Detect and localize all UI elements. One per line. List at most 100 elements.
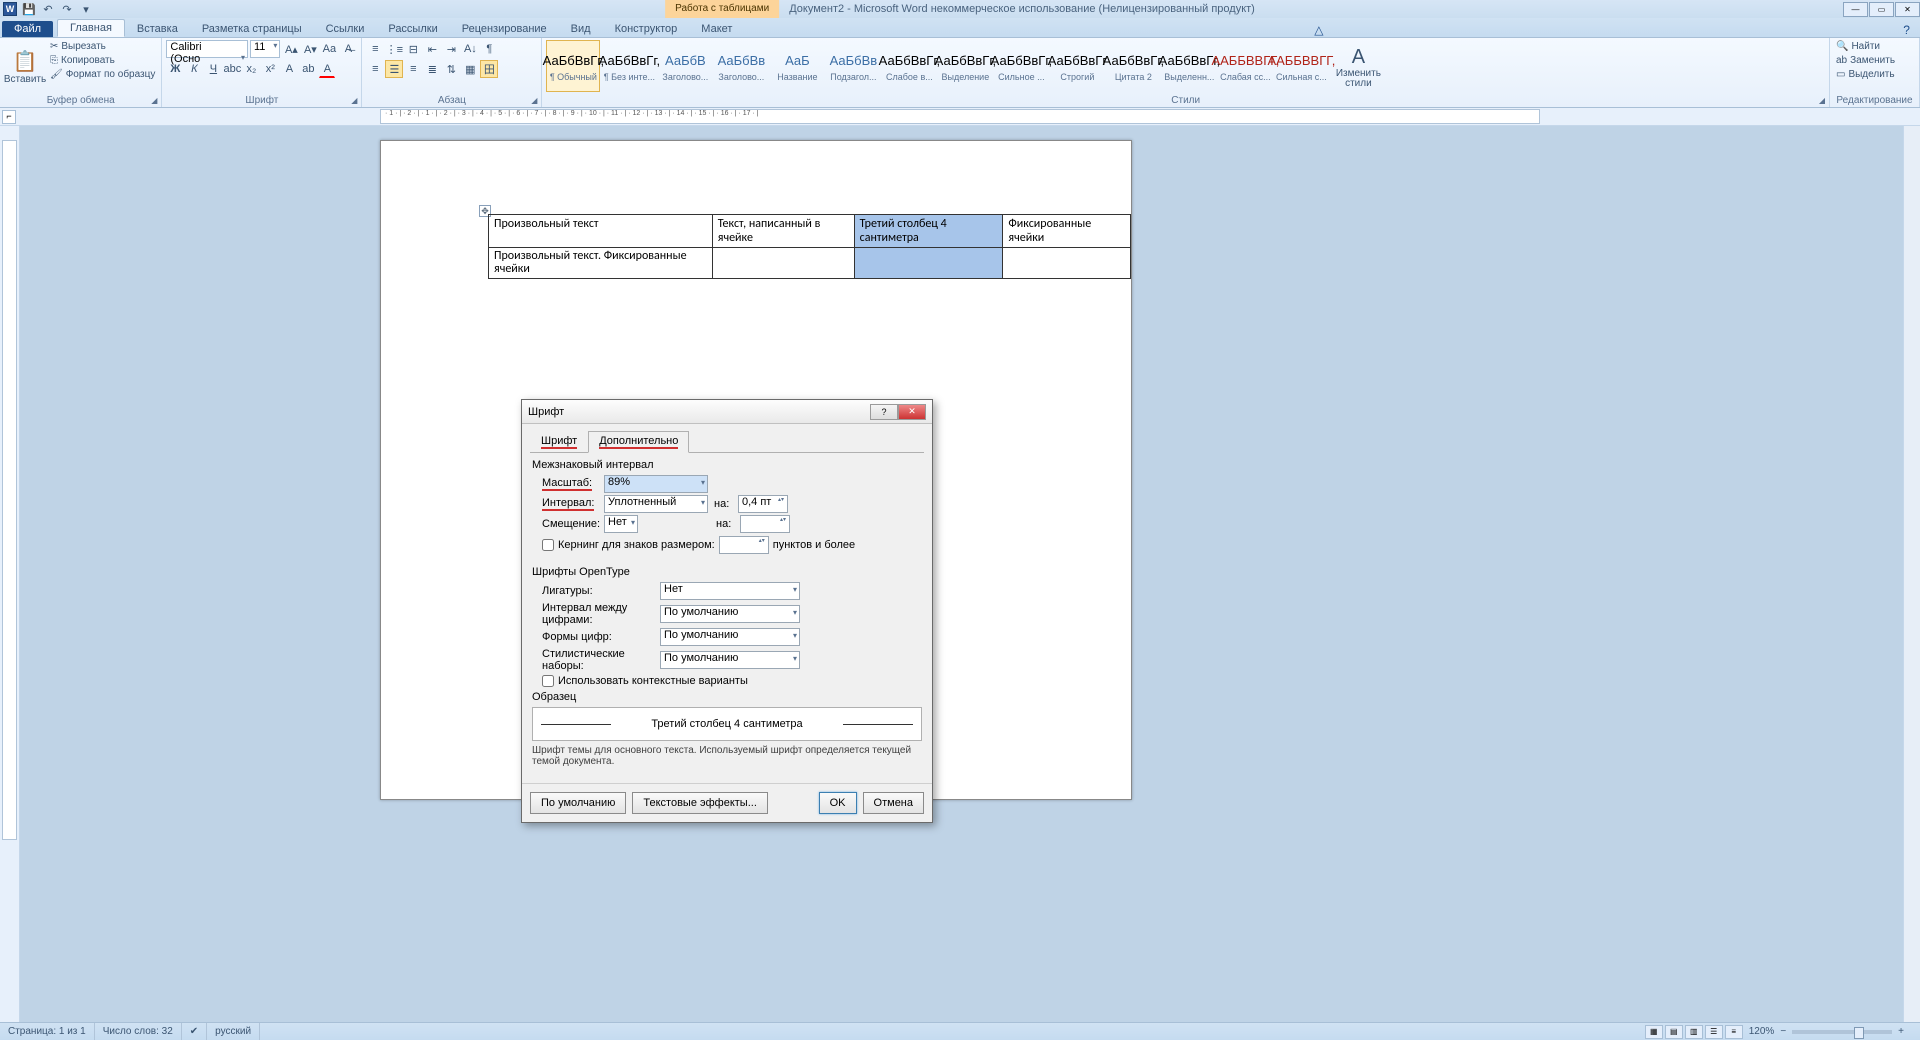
number-forms-combo[interactable]: По умолчанию — [660, 628, 800, 646]
subscript-icon[interactable]: x₂ — [242, 60, 260, 78]
set-default-button[interactable]: По умолчанию — [530, 792, 626, 814]
contextual-checkbox[interactable] — [542, 675, 554, 687]
ribbon-minimize-icon[interactable]: △ — [1310, 23, 1327, 37]
grow-font-icon[interactable]: A▴ — [282, 40, 300, 58]
status-language[interactable]: русский — [207, 1023, 260, 1040]
show-marks-icon[interactable]: ¶ — [480, 40, 498, 58]
number-spacing-combo[interactable]: По умолчанию — [660, 605, 800, 623]
copy-button[interactable]: ⎘Копировать — [48, 54, 157, 67]
underline-icon[interactable]: Ч — [204, 60, 222, 78]
clear-formatting-icon[interactable]: A̶ — [339, 40, 357, 58]
table-cell-selected[interactable]: Третий столбец 4 сантиметра — [854, 215, 1003, 248]
styles-dialog-launcher[interactable]: ◢ — [1816, 94, 1828, 106]
cut-button[interactable]: ✂Вырезать — [48, 40, 157, 53]
help-icon[interactable]: ? — [1899, 23, 1914, 37]
table-cell[interactable] — [712, 248, 854, 279]
style-gallery[interactable]: АаБбВвГг,¶ ОбычныйАаБбВвГг,¶ Без инте...… — [546, 40, 1328, 94]
superscript-icon[interactable]: x² — [261, 60, 279, 78]
tab-insert[interactable]: Вставка — [125, 21, 190, 37]
tab-file[interactable]: Файл — [2, 21, 53, 37]
kerning-checkbox[interactable] — [542, 539, 554, 551]
stylistic-sets-combo[interactable]: По умолчанию — [660, 651, 800, 669]
dialog-tab-advanced[interactable]: Дополнительно — [588, 431, 689, 453]
style-item[interactable]: АаБбВвГг,Выделенн... — [1162, 40, 1216, 92]
paste-button[interactable]: 📋 Вставить — [4, 40, 46, 94]
line-spacing-icon[interactable]: ⇅ — [442, 60, 460, 78]
spacing-combo[interactable]: Уплотненный — [604, 495, 708, 513]
tab-design[interactable]: Конструктор — [603, 21, 690, 37]
shading-icon[interactable]: ▦ — [461, 60, 479, 78]
view-print-layout[interactable]: ▦ — [1645, 1025, 1663, 1039]
document-table[interactable]: Произвольный текст Текст, написанный в я… — [488, 214, 1131, 279]
tab-review[interactable]: Рецензирование — [450, 21, 559, 37]
select-button[interactable]: ▭Выделить — [1834, 68, 1897, 81]
table-cell[interactable]: Текст, написанный в ячейке — [712, 215, 854, 248]
format-painter-button[interactable]: 🖌Формат по образцу — [48, 68, 157, 81]
style-item[interactable]: ААББВВГГ,Сильная с... — [1274, 40, 1328, 92]
increase-indent-icon[interactable]: ⇥ — [442, 40, 460, 58]
redo-icon[interactable]: ↷ — [60, 2, 74, 16]
dialog-tab-font[interactable]: Шрифт — [530, 431, 588, 453]
table-cell-selected[interactable] — [854, 248, 1003, 279]
table-cell[interactable]: Произвольный текст. Фиксированные ячейки — [489, 248, 713, 279]
table-cell[interactable]: Произвольный текст — [489, 215, 713, 248]
tab-references[interactable]: Ссылки — [314, 21, 377, 37]
spacing-by-spin[interactable]: 0,4 пт — [738, 495, 788, 513]
tab-mailings[interactable]: Рассылки — [376, 21, 449, 37]
style-item[interactable]: АаБбВвЗаголово... — [714, 40, 768, 92]
align-left-icon[interactable]: ≡ — [366, 60, 384, 78]
minimize-button[interactable]: — — [1843, 2, 1868, 17]
bullets-icon[interactable]: ≡ — [366, 40, 384, 58]
save-icon[interactable]: 💾 — [22, 2, 36, 16]
numbering-icon[interactable]: ⋮≡ — [385, 40, 403, 58]
strike-icon[interactable]: abc — [223, 60, 241, 78]
style-item[interactable]: АаБбВвГг,¶ Без инте... — [602, 40, 656, 92]
style-item[interactable]: АаБбВвГг,Выделение — [938, 40, 992, 92]
maximize-button[interactable]: ▭ — [1869, 2, 1894, 17]
view-web[interactable]: ▥ — [1685, 1025, 1703, 1039]
style-item[interactable]: АаБбВвГг,Сильное ... — [994, 40, 1048, 92]
tab-layout[interactable]: Макет — [689, 21, 744, 37]
find-button[interactable]: 🔍Найти — [1834, 40, 1897, 53]
view-fullscreen[interactable]: ▤ — [1665, 1025, 1683, 1039]
change-styles-button[interactable]: A Изменить стили — [1330, 40, 1386, 94]
status-proofing[interactable]: ✔ — [182, 1023, 207, 1040]
style-item[interactable]: АаБбВвГг,Цитата 2 — [1106, 40, 1160, 92]
status-page[interactable]: Страница: 1 из 1 — [0, 1023, 95, 1040]
position-by-spin[interactable] — [740, 515, 790, 533]
font-size-combo[interactable]: 11 — [250, 40, 280, 58]
style-item[interactable]: АаБбВвГг,¶ Обычный — [546, 40, 600, 92]
cancel-button[interactable]: Отмена — [863, 792, 924, 814]
change-case-icon[interactable]: Aa — [320, 40, 338, 58]
tab-page-layout[interactable]: Разметка страницы — [190, 21, 314, 37]
style-item[interactable]: АаБбВвГгСтрогий — [1050, 40, 1104, 92]
table-row[interactable]: Произвольный текст Текст, написанный в я… — [489, 215, 1131, 248]
ok-button[interactable]: OK — [819, 792, 857, 814]
sort-icon[interactable]: A↓ — [461, 40, 479, 58]
style-item[interactable]: АаБбВвГг,Слабое в... — [882, 40, 936, 92]
tab-home[interactable]: Главная — [57, 19, 125, 37]
table-cell[interactable]: Фиксированные ячейки — [1003, 215, 1131, 248]
decrease-indent-icon[interactable]: ⇤ — [423, 40, 441, 58]
shrink-font-icon[interactable]: A▾ — [301, 40, 319, 58]
zoom-level[interactable]: 120% — [1745, 1026, 1779, 1037]
status-words[interactable]: Число слов: 32 — [95, 1023, 182, 1040]
ligatures-combo[interactable]: Нет — [660, 582, 800, 600]
text-effects-icon[interactable]: A — [280, 60, 298, 78]
clipboard-dialog-launcher[interactable]: ◢ — [148, 94, 160, 106]
font-name-combo[interactable]: Calibri (Осно — [166, 40, 248, 58]
dialog-close-button[interactable]: ✕ — [898, 404, 926, 420]
vertical-ruler[interactable] — [2, 140, 17, 840]
vertical-scrollbar[interactable] — [1903, 126, 1920, 1022]
close-button[interactable]: ✕ — [1895, 2, 1920, 17]
table-cell[interactable] — [1003, 248, 1131, 279]
undo-icon[interactable]: ↶ — [41, 2, 55, 16]
align-right-icon[interactable]: ≡ — [404, 60, 422, 78]
style-item[interactable]: АаБбВЗаголово... — [658, 40, 712, 92]
zoom-in-icon[interactable]: + — [1898, 1026, 1904, 1037]
position-combo[interactable]: Нет — [604, 515, 638, 533]
scale-combo[interactable]: 89% — [604, 475, 708, 493]
multilevel-icon[interactable]: ⊟ — [404, 40, 422, 58]
zoom-out-icon[interactable]: − — [1780, 1026, 1786, 1037]
qat-customize-icon[interactable]: ▾ — [79, 2, 93, 16]
